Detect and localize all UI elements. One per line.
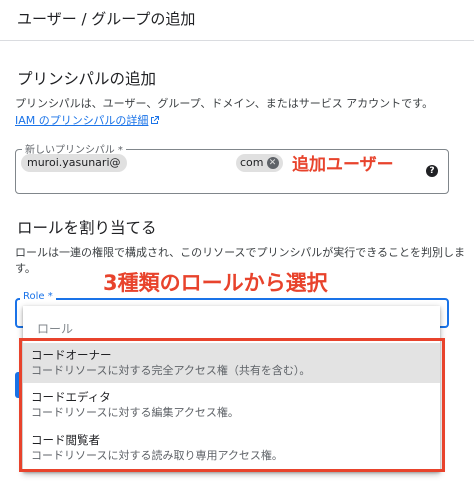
- help-icon[interactable]: ?: [426, 165, 438, 177]
- annotation-added-user: 追加ユーザー: [292, 155, 394, 175]
- principals-description: プリンシパルは、ユーザー、グループ、ドメイン、またはサービス アカウントです。: [15, 97, 434, 110]
- annotation-role-choice: 3種類のロールから選択: [103, 271, 328, 295]
- chip-domain-text: com: [240, 156, 264, 169]
- roles-section-title: ロールを割り当てる: [17, 219, 157, 237]
- role-field-label: Role *: [20, 291, 56, 302]
- role-filter-input[interactable]: ロール: [37, 320, 73, 337]
- principals-section-title: プリンシパルの追加: [17, 70, 157, 88]
- iam-principals-help-link[interactable]: IAM のプリンシパルの詳細: [15, 112, 160, 128]
- header-divider: [0, 40, 474, 41]
- annotation-highlight-frame: [19, 338, 445, 472]
- principal-chip-domain: com ✕: [236, 154, 283, 172]
- help-link-label: IAM のプリンシパルの詳細: [15, 114, 149, 127]
- chip-remove-icon[interactable]: ✕: [266, 157, 279, 169]
- principal-chip-user: muroi.yasunari@: [21, 154, 127, 172]
- panel-title: ユーザー / グループの追加: [17, 10, 196, 28]
- external-link-icon: [151, 116, 160, 124]
